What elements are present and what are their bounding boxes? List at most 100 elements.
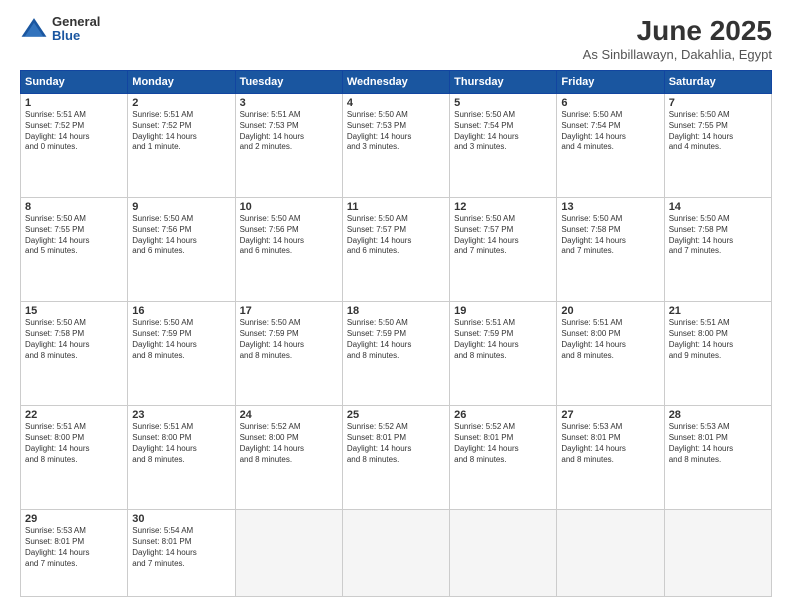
day-info: Sunrise: 5:51 AM Sunset: 7:52 PM Dayligh… [25,110,123,153]
calendar-header-wednesday: Wednesday [342,71,449,94]
day-info: Sunrise: 5:52 AM Sunset: 8:01 PM Dayligh… [454,422,552,465]
calendar-cell [235,510,342,597]
calendar-cell: 23Sunrise: 5:51 AM Sunset: 8:00 PM Dayli… [128,406,235,510]
calendar-header-monday: Monday [128,71,235,94]
calendar-cell: 1Sunrise: 5:51 AM Sunset: 7:52 PM Daylig… [21,94,128,198]
day-info: Sunrise: 5:52 AM Sunset: 8:01 PM Dayligh… [347,422,445,465]
day-number: 16 [132,305,230,317]
calendar-header-saturday: Saturday [664,71,771,94]
calendar-header-sunday: Sunday [21,71,128,94]
day-number: 29 [25,513,123,525]
page: General Blue June 2025 As Sinbillawayn, … [0,0,792,612]
day-number: 25 [347,409,445,421]
day-number: 8 [25,201,123,213]
day-info: Sunrise: 5:50 AM Sunset: 7:58 PM Dayligh… [25,318,123,361]
day-info: Sunrise: 5:51 AM Sunset: 8:00 PM Dayligh… [669,318,767,361]
day-number: 18 [347,305,445,317]
day-number: 28 [669,409,767,421]
calendar-header-row: SundayMondayTuesdayWednesdayThursdayFrid… [21,71,772,94]
calendar-cell: 21Sunrise: 5:51 AM Sunset: 8:00 PM Dayli… [664,302,771,406]
day-number: 9 [132,201,230,213]
day-number: 11 [347,201,445,213]
day-info: Sunrise: 5:51 AM Sunset: 7:53 PM Dayligh… [240,110,338,153]
day-number: 5 [454,97,552,109]
day-info: Sunrise: 5:51 AM Sunset: 7:52 PM Dayligh… [132,110,230,153]
day-number: 17 [240,305,338,317]
day-info: Sunrise: 5:51 AM Sunset: 8:00 PM Dayligh… [25,422,123,465]
day-number: 26 [454,409,552,421]
day-number: 4 [347,97,445,109]
day-info: Sunrise: 5:50 AM Sunset: 7:56 PM Dayligh… [132,214,230,257]
day-number: 20 [561,305,659,317]
location-title: As Sinbillawayn, Dakahlia, Egypt [583,47,772,62]
calendar-header-thursday: Thursday [450,71,557,94]
calendar-cell: 29Sunrise: 5:53 AM Sunset: 8:01 PM Dayli… [21,510,128,597]
calendar-header-friday: Friday [557,71,664,94]
logo: General Blue [20,15,100,44]
day-info: Sunrise: 5:50 AM Sunset: 7:54 PM Dayligh… [561,110,659,153]
calendar-header-tuesday: Tuesday [235,71,342,94]
day-number: 2 [132,97,230,109]
calendar-cell: 8Sunrise: 5:50 AM Sunset: 7:55 PM Daylig… [21,198,128,302]
calendar-cell: 4Sunrise: 5:50 AM Sunset: 7:53 PM Daylig… [342,94,449,198]
month-title: June 2025 [583,15,772,47]
day-number: 22 [25,409,123,421]
day-number: 19 [454,305,552,317]
calendar-cell [557,510,664,597]
day-number: 24 [240,409,338,421]
calendar-cell: 13Sunrise: 5:50 AM Sunset: 7:58 PM Dayli… [557,198,664,302]
calendar-cell: 10Sunrise: 5:50 AM Sunset: 7:56 PM Dayli… [235,198,342,302]
calendar-cell: 2Sunrise: 5:51 AM Sunset: 7:52 PM Daylig… [128,94,235,198]
logo-text: General Blue [52,15,100,44]
calendar-cell: 11Sunrise: 5:50 AM Sunset: 7:57 PM Dayli… [342,198,449,302]
day-number: 3 [240,97,338,109]
calendar-cell: 12Sunrise: 5:50 AM Sunset: 7:57 PM Dayli… [450,198,557,302]
day-info: Sunrise: 5:50 AM Sunset: 7:58 PM Dayligh… [561,214,659,257]
logo-blue-text: Blue [52,29,100,43]
calendar-cell: 16Sunrise: 5:50 AM Sunset: 7:59 PM Dayli… [128,302,235,406]
day-number: 30 [132,513,230,525]
day-number: 6 [561,97,659,109]
calendar-cell: 6Sunrise: 5:50 AM Sunset: 7:54 PM Daylig… [557,94,664,198]
day-number: 10 [240,201,338,213]
day-number: 12 [454,201,552,213]
calendar-cell: 5Sunrise: 5:50 AM Sunset: 7:54 PM Daylig… [450,94,557,198]
day-info: Sunrise: 5:52 AM Sunset: 8:00 PM Dayligh… [240,422,338,465]
day-info: Sunrise: 5:50 AM Sunset: 7:55 PM Dayligh… [25,214,123,257]
calendar-cell: 26Sunrise: 5:52 AM Sunset: 8:01 PM Dayli… [450,406,557,510]
day-number: 27 [561,409,659,421]
day-info: Sunrise: 5:50 AM Sunset: 7:54 PM Dayligh… [454,110,552,153]
calendar-cell [342,510,449,597]
calendar-cell: 9Sunrise: 5:50 AM Sunset: 7:56 PM Daylig… [128,198,235,302]
day-number: 1 [25,97,123,109]
calendar-cell: 28Sunrise: 5:53 AM Sunset: 8:01 PM Dayli… [664,406,771,510]
day-info: Sunrise: 5:50 AM Sunset: 7:53 PM Dayligh… [347,110,445,153]
calendar-table: SundayMondayTuesdayWednesdayThursdayFrid… [20,70,772,597]
day-info: Sunrise: 5:53 AM Sunset: 8:01 PM Dayligh… [25,526,123,569]
logo-icon [20,15,48,43]
day-info: Sunrise: 5:50 AM Sunset: 7:57 PM Dayligh… [347,214,445,257]
calendar-cell: 14Sunrise: 5:50 AM Sunset: 7:58 PM Dayli… [664,198,771,302]
day-info: Sunrise: 5:51 AM Sunset: 7:59 PM Dayligh… [454,318,552,361]
calendar-cell: 18Sunrise: 5:50 AM Sunset: 7:59 PM Dayli… [342,302,449,406]
day-number: 21 [669,305,767,317]
day-info: Sunrise: 5:51 AM Sunset: 8:00 PM Dayligh… [561,318,659,361]
day-number: 14 [669,201,767,213]
day-number: 23 [132,409,230,421]
calendar-cell: 24Sunrise: 5:52 AM Sunset: 8:00 PM Dayli… [235,406,342,510]
day-info: Sunrise: 5:50 AM Sunset: 7:55 PM Dayligh… [669,110,767,153]
calendar-cell: 15Sunrise: 5:50 AM Sunset: 7:58 PM Dayli… [21,302,128,406]
calendar-cell: 17Sunrise: 5:50 AM Sunset: 7:59 PM Dayli… [235,302,342,406]
calendar-cell [664,510,771,597]
title-block: June 2025 As Sinbillawayn, Dakahlia, Egy… [583,15,772,62]
day-info: Sunrise: 5:53 AM Sunset: 8:01 PM Dayligh… [561,422,659,465]
day-info: Sunrise: 5:51 AM Sunset: 8:00 PM Dayligh… [132,422,230,465]
day-number: 13 [561,201,659,213]
calendar-cell [450,510,557,597]
calendar-cell: 3Sunrise: 5:51 AM Sunset: 7:53 PM Daylig… [235,94,342,198]
calendar-cell: 20Sunrise: 5:51 AM Sunset: 8:00 PM Dayli… [557,302,664,406]
calendar-cell: 22Sunrise: 5:51 AM Sunset: 8:00 PM Dayli… [21,406,128,510]
calendar-cell: 25Sunrise: 5:52 AM Sunset: 8:01 PM Dayli… [342,406,449,510]
calendar-cell: 27Sunrise: 5:53 AM Sunset: 8:01 PM Dayli… [557,406,664,510]
day-info: Sunrise: 5:54 AM Sunset: 8:01 PM Dayligh… [132,526,230,569]
